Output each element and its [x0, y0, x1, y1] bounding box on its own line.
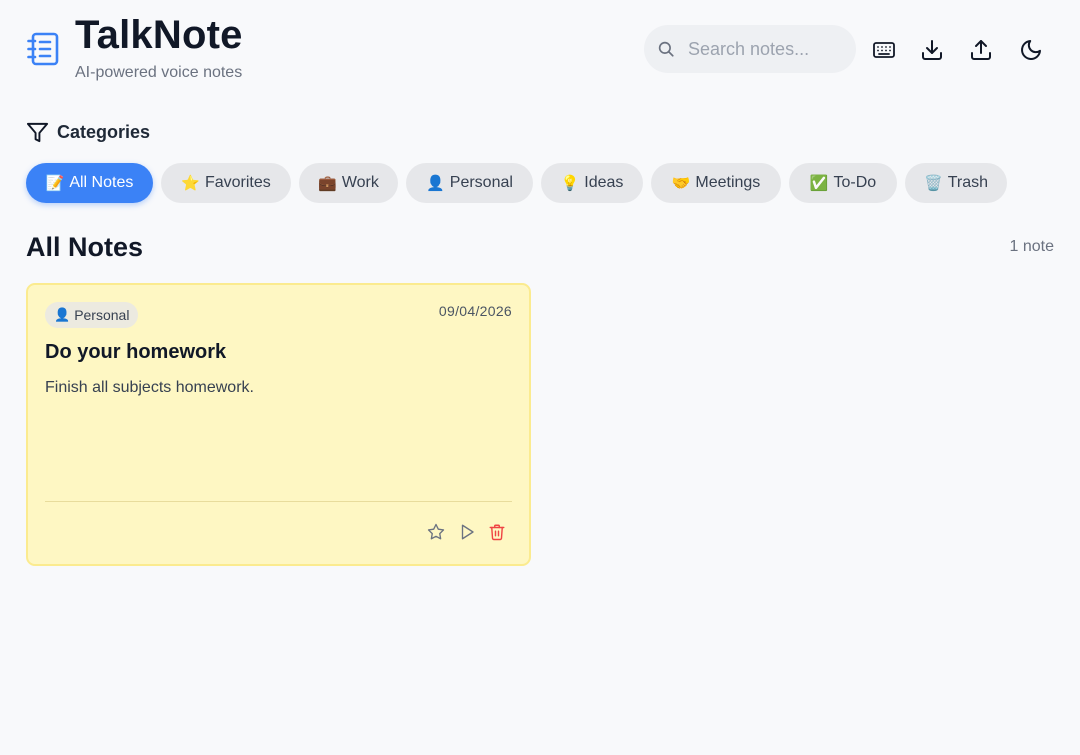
categories-label: Categories — [57, 122, 151, 142]
chip-label: Trash — [947, 174, 988, 191]
moon-icon — [1021, 40, 1041, 60]
person-icon: 👤 — [54, 307, 71, 323]
category-chip-work[interactable]: 💼 Work — [299, 163, 398, 203]
chip-label: Personal — [449, 174, 513, 191]
delete-note-button[interactable] — [486, 521, 508, 543]
favorite-note-button[interactable] — [425, 521, 447, 543]
person-icon: 👤 — [426, 174, 445, 192]
app-title: TalkNote — [75, 13, 243, 57]
note-category-badge: 👤 Personal — [45, 302, 139, 328]
filter-icon — [26, 122, 49, 143]
wastebasket-icon: 🗑️ — [924, 174, 943, 192]
category-chip-trash[interactable]: 🗑️ Trash — [905, 163, 1007, 203]
upload-icon — [971, 40, 991, 60]
category-chip-to-do[interactable]: ✅ To-Do — [789, 163, 897, 203]
keyboard-icon — [873, 42, 895, 58]
app-header: TalkNote AI-powered voice notes — [26, 12, 1054, 92]
note-body: Finish all subjects homework. — [45, 379, 254, 396]
category-chip-personal[interactable]: 👤 Personal — [406, 163, 533, 203]
category-chip-all-notes[interactable]: 📝 All Notes — [26, 163, 153, 203]
star-icon: ⭐ — [181, 174, 200, 192]
notebook-icon — [27, 32, 59, 66]
note-title: Do your homework — [45, 341, 227, 363]
note-category-label: Personal — [74, 307, 130, 323]
play-icon — [461, 524, 474, 540]
chip-label: To-Do — [833, 174, 877, 191]
checkmark-icon: ✅ — [809, 174, 829, 192]
category-chip-favorites[interactable]: ⭐ Favorites — [161, 163, 291, 203]
chip-label: Favorites — [204, 174, 271, 191]
star-icon — [427, 523, 445, 540]
note-date: 09/04/2026 — [438, 303, 512, 319]
handshake-icon: 🤝 — [671, 174, 691, 192]
section-title: All Notes — [26, 232, 144, 262]
category-chip-meetings[interactable]: 🤝 Meetings — [651, 163, 781, 203]
export-button[interactable] — [917, 35, 947, 65]
note-card[interactable]: 👤 Personal 09/04/2026 Do your homework F… — [26, 283, 531, 566]
trash-icon — [489, 524, 505, 541]
app-subtitle: AI-powered voice notes — [75, 64, 243, 81]
chip-label: All Notes — [69, 174, 134, 191]
play-note-button[interactable] — [456, 521, 478, 543]
search-icon — [658, 41, 674, 57]
memo-icon: 📝 — [45, 174, 65, 192]
search-input[interactable] — [688, 25, 848, 73]
import-button[interactable] — [966, 35, 996, 65]
search-box[interactable] — [644, 25, 856, 73]
note-count: 1 note — [1009, 238, 1054, 255]
note-divider — [45, 501, 512, 502]
keyboard-shortcuts-button[interactable] — [869, 35, 899, 65]
briefcase-icon: 💼 — [318, 174, 337, 192]
chip-label: Meetings — [695, 174, 761, 191]
dark-mode-toggle[interactable] — [1016, 35, 1046, 65]
chip-label: Ideas — [584, 174, 624, 191]
download-icon — [922, 40, 942, 60]
lightbulb-icon: 💡 — [560, 174, 580, 192]
category-chip-ideas[interactable]: 💡 Ideas — [541, 163, 643, 203]
chip-label: Work — [341, 174, 379, 191]
